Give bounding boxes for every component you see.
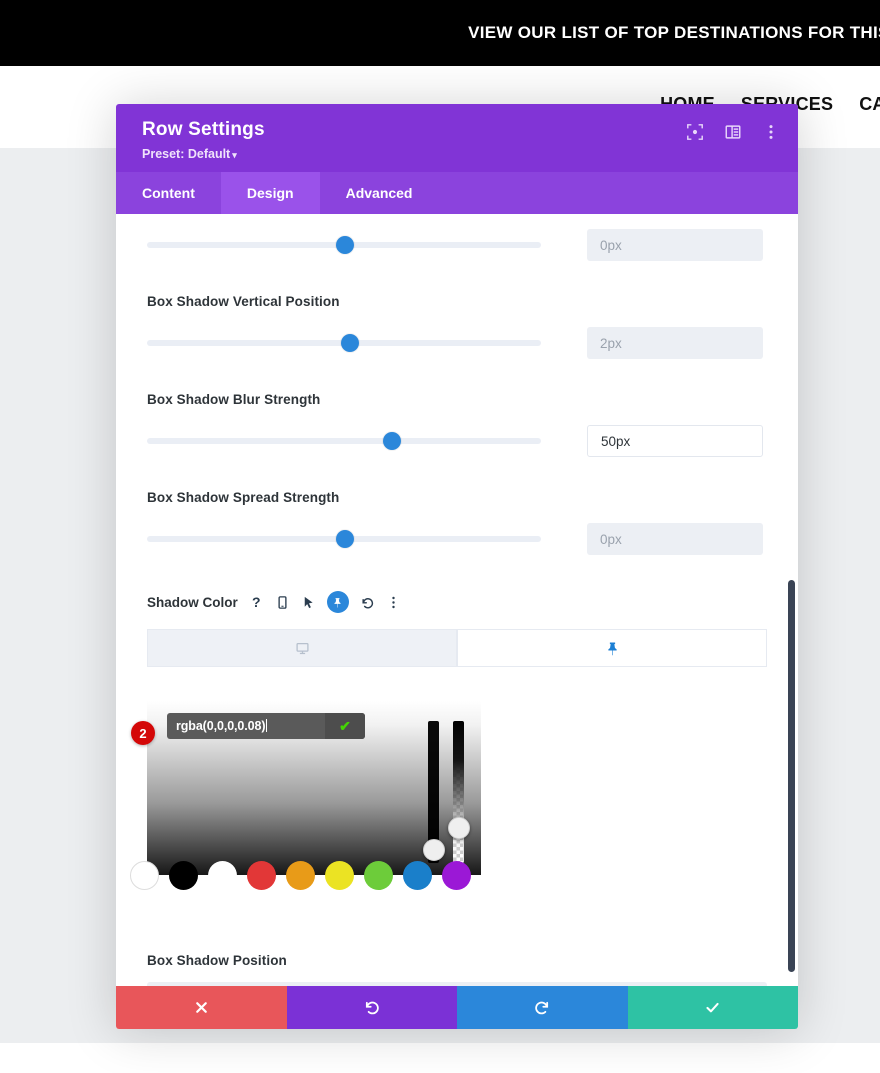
slider-handle[interactable] bbox=[383, 432, 401, 450]
slider-horizontal-position[interactable] bbox=[147, 236, 541, 254]
badge-2: 2 bbox=[131, 721, 155, 745]
desktop-mode-tab[interactable] bbox=[147, 629, 457, 667]
field-box-shadow-position: Box Shadow Position Outer Shadow ▲▼ bbox=[116, 953, 798, 986]
scrollbar-thumb[interactable] bbox=[788, 580, 795, 972]
layout-panel-icon[interactable] bbox=[724, 123, 742, 141]
expand-icon[interactable] bbox=[686, 123, 704, 141]
page-root: VIEW OUR LIST OF TOP DESTINATIONS FOR TH… bbox=[0, 0, 880, 1073]
site-banner-text: VIEW OUR LIST OF TOP DESTINATIONS FOR TH… bbox=[468, 23, 880, 42]
field-box-shadow-blur-strength: Box Shadow Blur Strength 50px bbox=[116, 392, 798, 457]
swatch-green[interactable] bbox=[364, 861, 393, 890]
swatch-black[interactable] bbox=[169, 861, 198, 890]
redo-icon bbox=[535, 1001, 548, 1015]
field-box-shadow-horizontal-position: Box Shadow Horizontal Position 0px bbox=[116, 214, 798, 261]
input-spread-strength[interactable]: 0px bbox=[587, 523, 763, 555]
monitor-icon bbox=[295, 642, 309, 654]
slider-handle[interactable] bbox=[336, 236, 354, 254]
tab-design[interactable]: Design bbox=[220, 172, 320, 214]
preset-selector[interactable]: Preset: Default ▾ bbox=[142, 147, 776, 161]
slider-handle[interactable] bbox=[341, 334, 359, 352]
tab-advanced[interactable]: Advanced bbox=[320, 172, 439, 214]
swatch-white[interactable] bbox=[208, 861, 237, 890]
input-blur-strength[interactable]: 50px bbox=[587, 425, 763, 457]
field-label: Box Shadow Position bbox=[147, 953, 287, 968]
modal-header-actions bbox=[686, 123, 780, 141]
cursor-icon[interactable] bbox=[301, 595, 316, 610]
undo-icon[interactable] bbox=[360, 595, 375, 610]
cancel-button[interactable] bbox=[116, 986, 287, 1029]
alpha-slider-handle[interactable] bbox=[448, 817, 470, 839]
field-label: Box Shadow Blur Strength bbox=[147, 392, 321, 407]
slider-blur-strength[interactable] bbox=[147, 432, 541, 450]
swatch-blue[interactable] bbox=[403, 861, 432, 890]
swatch-purple[interactable] bbox=[442, 861, 471, 890]
site-footer-area bbox=[0, 1043, 880, 1073]
slider-handle[interactable] bbox=[336, 530, 354, 548]
slider-spread-strength[interactable] bbox=[147, 530, 541, 548]
check-icon bbox=[706, 1002, 719, 1013]
field-label: Box Shadow Vertical Position bbox=[147, 294, 340, 309]
input-vertical-position[interactable]: 2px bbox=[587, 327, 763, 359]
color-value-input-bar: rgba(0,0,0,0.08) ✔ bbox=[167, 713, 365, 739]
swatch-yellow[interactable] bbox=[325, 861, 354, 890]
help-icon[interactable]: ? bbox=[249, 594, 264, 610]
color-confirm-button[interactable]: ✔ bbox=[325, 713, 365, 739]
more-vertical-icon[interactable] bbox=[762, 123, 780, 141]
color-value-input[interactable]: rgba(0,0,0,0.08) bbox=[167, 719, 325, 733]
undo-button[interactable] bbox=[286, 986, 457, 1029]
mobile-icon[interactable] bbox=[275, 595, 290, 610]
site-announcement-banner: VIEW OUR LIST OF TOP DESTINATIONS FOR TH… bbox=[0, 0, 880, 66]
save-button[interactable] bbox=[627, 986, 798, 1029]
sticky-mode-tab[interactable] bbox=[457, 629, 767, 667]
pin-icon-active[interactable] bbox=[326, 591, 349, 613]
more-vertical-icon[interactable] bbox=[386, 595, 401, 610]
text-caret bbox=[266, 719, 268, 732]
select-box-shadow-position[interactable]: Outer Shadow ▲▼ bbox=[147, 982, 767, 986]
chevron-down-icon: ▾ bbox=[232, 150, 237, 160]
undo-icon bbox=[366, 1001, 379, 1015]
tab-content[interactable]: Content bbox=[116, 172, 221, 214]
alpha-slider[interactable] bbox=[453, 721, 464, 863]
swatch-orange[interactable] bbox=[286, 861, 315, 890]
modal-header: Row Settings Preset: Default ▾ bbox=[116, 104, 798, 172]
swatch-red[interactable] bbox=[247, 861, 276, 890]
field-label: Box Shadow Spread Strength bbox=[147, 490, 340, 505]
input-horizontal-position[interactable]: 0px bbox=[587, 229, 763, 261]
modal-body: Box Shadow Horizontal Position 0px Box S… bbox=[116, 214, 798, 986]
slider-vertical-position[interactable] bbox=[147, 334, 541, 352]
close-icon bbox=[195, 1002, 207, 1013]
color-swatches bbox=[130, 858, 481, 898]
site-nav-item-case[interactable]: CASE bbox=[859, 94, 880, 115]
color-picker: rgba(0,0,0,0.08) ✔ 2 bbox=[130, 701, 481, 898]
swatch-transparent[interactable] bbox=[130, 861, 159, 890]
pin-icon bbox=[607, 642, 617, 655]
shadow-color-mode-tabs: 1 bbox=[147, 629, 767, 667]
field-box-shadow-vertical-position: Box Shadow Vertical Position 2px bbox=[116, 294, 798, 359]
field-box-shadow-spread-strength: Box Shadow Spread Strength 0px bbox=[116, 490, 798, 555]
modal-tabs: Content Design Advanced bbox=[116, 172, 798, 214]
page-title: Row Settings bbox=[142, 119, 265, 140]
redo-button[interactable] bbox=[457, 986, 628, 1029]
row-settings-modal: Row Settings Preset: Default ▾ Content D… bbox=[116, 104, 798, 1029]
field-shadow-color: Shadow Color ? bbox=[116, 591, 798, 667]
preset-label: Preset: Default bbox=[142, 147, 231, 161]
modal-footer bbox=[116, 986, 798, 1029]
shadow-color-label: Shadow Color bbox=[147, 594, 238, 610]
